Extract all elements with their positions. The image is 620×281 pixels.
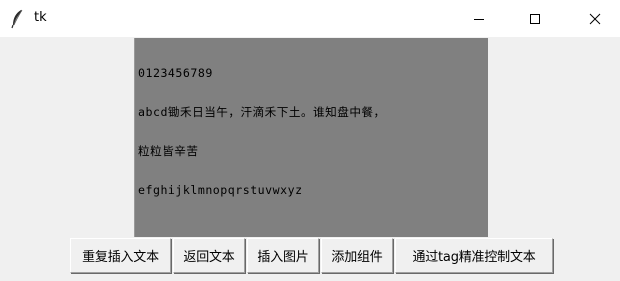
text-widget[interactable]: 0123456789 abcd锄禾日当午，汗滴禾下土。谁知盘中餐， 粒粒皆辛苦 … bbox=[134, 38, 488, 237]
insert-image-button[interactable]: 插入图片 bbox=[247, 238, 319, 273]
window-title: tk bbox=[34, 10, 47, 25]
close-button[interactable] bbox=[572, 0, 618, 37]
text-line: efghijklmnopqrstuvwxyz bbox=[138, 183, 303, 197]
repeat-insert-text-button[interactable]: 重复插入文本 bbox=[70, 238, 171, 273]
text-line: abcd锄禾日当午，汗滴禾下土。谁知盘中餐， bbox=[138, 105, 386, 119]
maximize-button[interactable] bbox=[512, 0, 558, 37]
add-widget-button[interactable]: 添加组件 bbox=[321, 238, 393, 273]
text-line: 0123456789 bbox=[138, 66, 213, 80]
tag-control-text-button[interactable]: 通过tag精准控制文本 bbox=[395, 238, 553, 273]
maximize-icon bbox=[529, 13, 541, 25]
minimize-button[interactable] bbox=[456, 0, 502, 37]
text-line: 粒粒皆辛苦 bbox=[138, 144, 199, 158]
close-icon bbox=[589, 13, 601, 25]
feather-icon bbox=[10, 9, 24, 29]
return-text-button[interactable]: 返回文本 bbox=[173, 238, 245, 273]
minimize-icon bbox=[473, 13, 485, 25]
title-bar: tk bbox=[0, 0, 620, 37]
text-widget-content: 0123456789 abcd锄禾日当午，汗滴禾下土。谁知盘中餐， 粒粒皆辛苦 … bbox=[138, 41, 488, 223]
